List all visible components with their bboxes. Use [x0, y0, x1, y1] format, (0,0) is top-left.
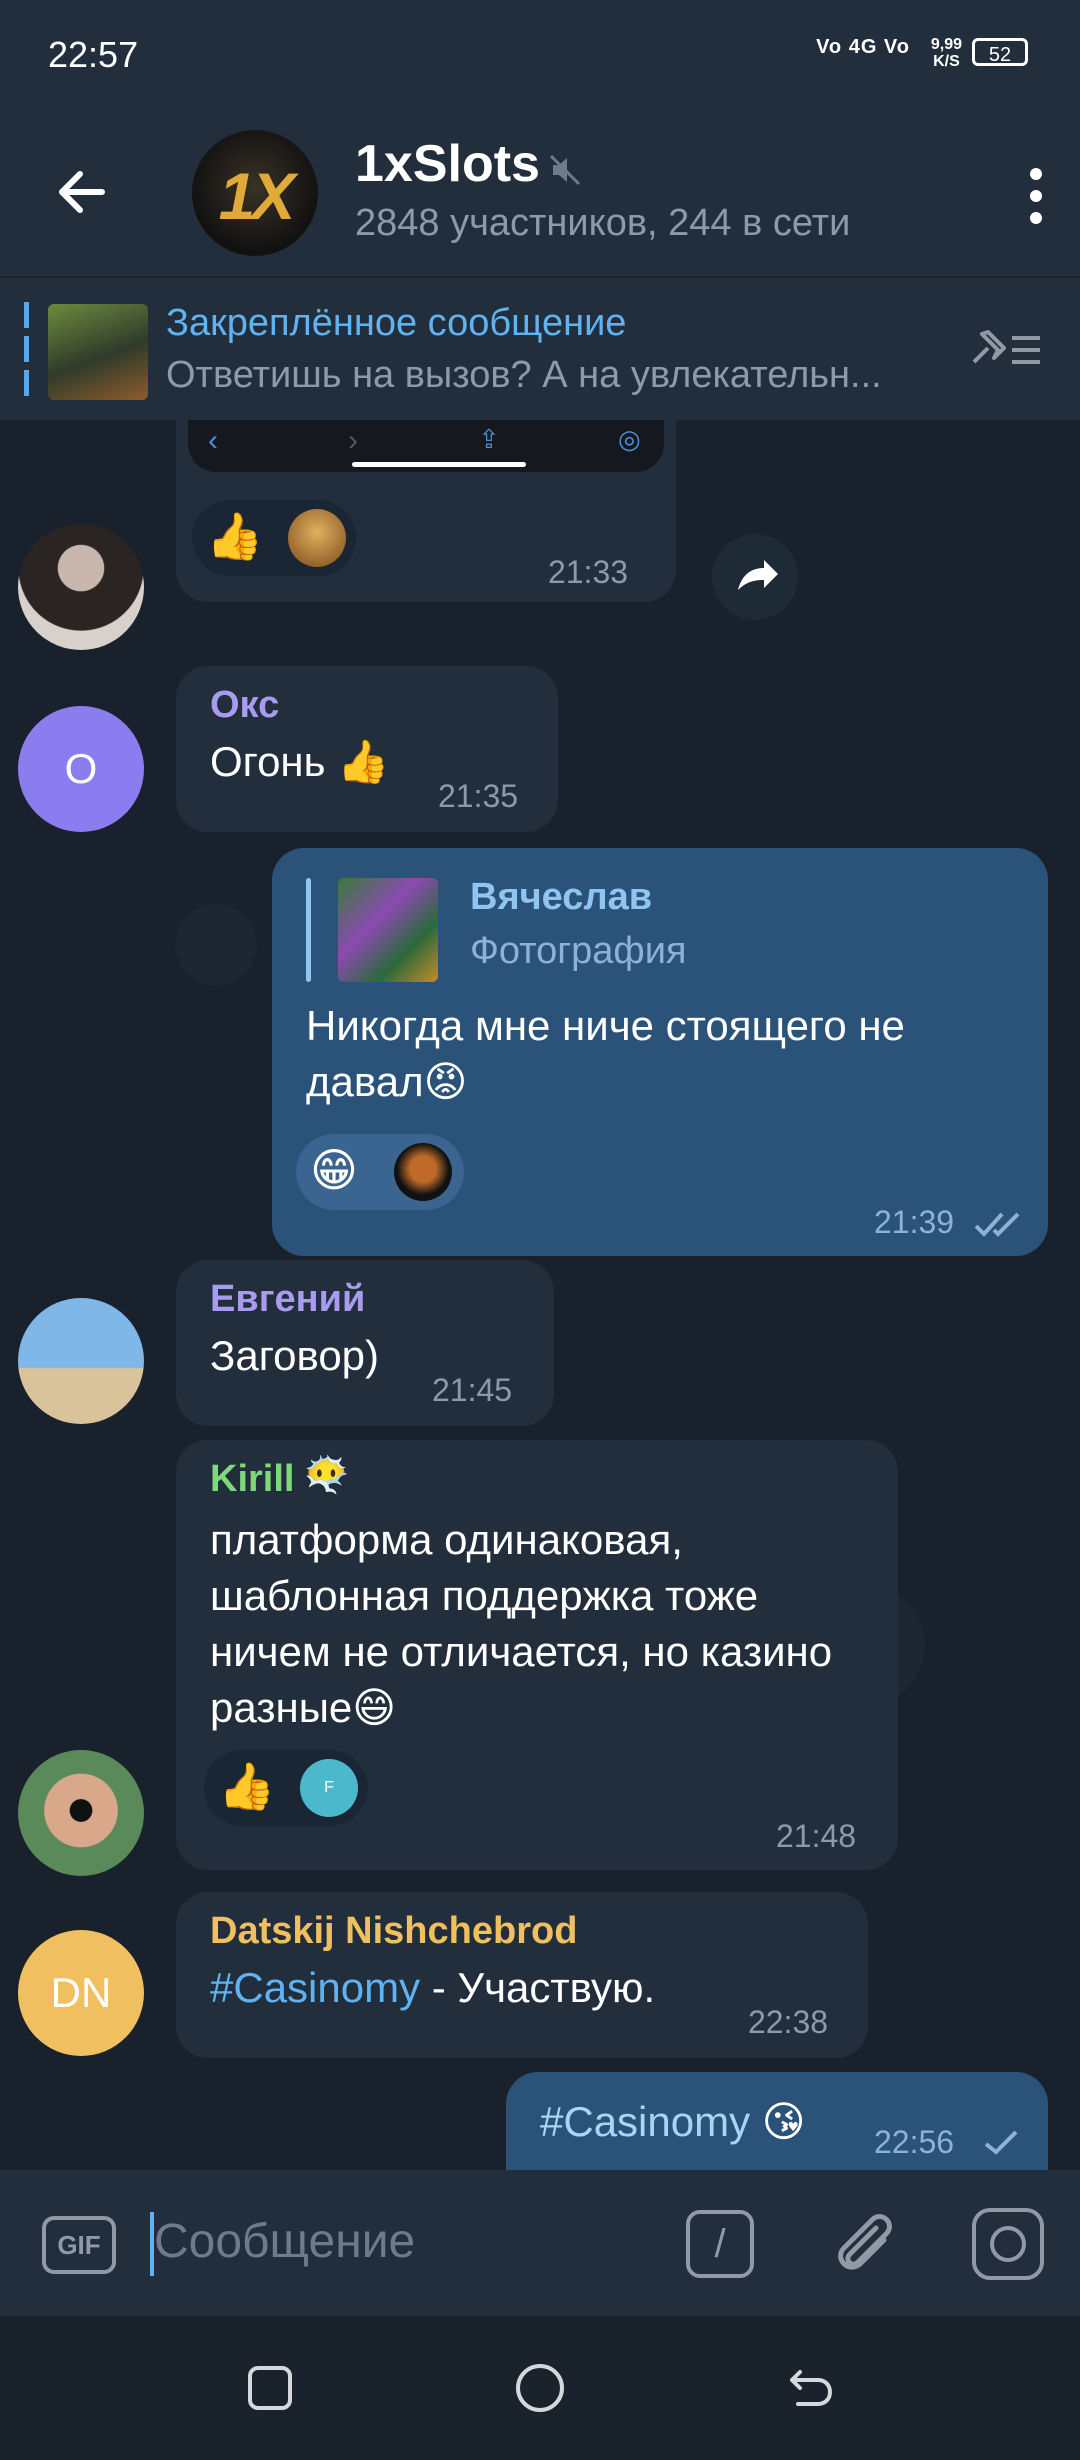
home-button[interactable]: [516, 2364, 564, 2412]
message-text: Огонь 👍: [210, 738, 390, 785]
chat-avatar[interactable]: 1X: [192, 130, 318, 256]
message-text: Никогда мне ниче стоящего не давал😡: [306, 1002, 905, 1105]
message-time: 21:45: [432, 1372, 513, 1408]
reactor-avatar: [394, 1143, 452, 1201]
embedded-screenshot: ‹ › ⇪ ◎: [188, 420, 664, 472]
message-text-rest: - Участвую.: [420, 1964, 656, 2011]
forward-button[interactable]: [712, 534, 798, 620]
muted-speaker-icon: [549, 154, 581, 186]
message-text: #Casinomy 😘: [540, 2094, 806, 2150]
pinned-indicator: [24, 302, 29, 398]
sender-status-emoji: 😶‍🌫️: [304, 1454, 349, 1495]
message-bubble[interactable]: Datskij Nishchebrod #Casinomy - Участвую…: [176, 1892, 868, 2058]
attach-paperclip-icon[interactable]: [826, 2206, 902, 2282]
more-vertical-icon[interactable]: [1026, 166, 1046, 226]
sender-name[interactable]: Евгений: [210, 1278, 365, 1321]
avatar-logo-text: 1X: [218, 159, 296, 233]
reply-bar: [306, 878, 311, 982]
bot-commands-button[interactable]: /: [686, 2210, 754, 2278]
reactor-avatar: F: [300, 1759, 358, 1817]
message-time: 21:48: [776, 1818, 857, 1854]
pinned-message-bar[interactable]: Закреплённое сообщение Ответишь на вызов…: [0, 276, 1080, 422]
reaction-pill[interactable]: 👍 F: [204, 1750, 368, 1826]
speed-unit: K/S: [933, 53, 960, 70]
camera-video-message-icon[interactable]: [972, 2208, 1044, 2280]
recent-apps-button[interactable]: [248, 2366, 292, 2410]
reply-text: Фотография: [470, 930, 687, 972]
message-list[interactable]: ‹ › ⇪ ◎ 👍 21:33 О Окс Огонь 👍 21:35 Вяче…: [0, 420, 1080, 2170]
gif-button[interactable]: GIF: [42, 2216, 116, 2274]
pinned-thumbnail: [48, 304, 148, 400]
reaction-emoji: 👍: [218, 1760, 276, 1812]
read-double-check-icon: [974, 1212, 1020, 1237]
message-text: Заговор): [210, 1332, 380, 1379]
chat-members-count: 2848 участников, 244 в сети: [355, 202, 851, 244]
reaction-emoji: 😁: [310, 1144, 358, 1196]
status-bar: 22:57 Vo 4G Vo 9,99 K/S 52: [0, 0, 1080, 110]
outgoing-message-bubble[interactable]: Вячеслав Фотография Никогда мне ниче сто…: [272, 848, 1048, 1256]
hashtag-link[interactable]: #Casinomy: [540, 2098, 750, 2145]
message-time: 21:39: [874, 1204, 955, 1240]
reaction-emoji: 👍: [206, 510, 264, 562]
chat-header: 1X 1xSlots 2848 участников, 244 в сети: [0, 110, 1080, 276]
user-avatar[interactable]: [18, 1298, 144, 1424]
reactor-avatar: [288, 509, 346, 567]
message-text: платформа одинаковая, шаблонная поддержк…: [210, 1516, 833, 1731]
hashtag-link[interactable]: #Casinomy: [210, 1964, 420, 2011]
back-arrow-icon[interactable]: [52, 162, 112, 222]
reply-thumbnail: [338, 878, 438, 982]
pinned-list-icon[interactable]: [968, 320, 1044, 376]
message-time: 22:56: [874, 2124, 955, 2160]
message-input[interactable]: Сообщение: [154, 2214, 415, 2269]
status-time: 22:57: [48, 34, 139, 75]
sender-name[interactable]: Datskij Nishchebrod: [210, 1910, 577, 1953]
user-avatar[interactable]: О: [18, 706, 144, 832]
pinned-title: Закреплённое сообщение: [166, 302, 627, 344]
user-avatar[interactable]: [18, 1750, 144, 1876]
sender-name[interactable]: Окс: [210, 684, 279, 727]
user-avatar[interactable]: [18, 524, 144, 650]
message-bubble[interactable]: ‹ › ⇪ ◎ 👍 21:33: [176, 420, 676, 602]
network-indicators: Vo 4G Vo: [816, 36, 910, 58]
sender-name[interactable]: Kirill: [210, 1458, 294, 1501]
message-bubble[interactable]: Kirill 😶‍🌫️ платформа одинаковая, шаблон…: [176, 1440, 898, 1870]
message-time: 22:38: [748, 2004, 829, 2040]
message-input-bar: GIF Сообщение /: [0, 2170, 1080, 2316]
reaction-pill[interactable]: 👍: [192, 500, 356, 576]
user-avatar[interactable]: DN: [18, 1930, 144, 2056]
system-back-icon[interactable]: [782, 2360, 838, 2416]
message-bubble[interactable]: Окс Огонь 👍 21:35: [176, 666, 558, 832]
share-arrow-icon: [738, 560, 778, 590]
sent-check-icon: [984, 2130, 1018, 2155]
outgoing-message-bubble[interactable]: #Casinomy 😘 22:56: [506, 2072, 1048, 2170]
speed-value: 9,99: [930, 36, 962, 53]
message-time: 21:33: [548, 554, 629, 590]
pinned-text: Ответишь на вызов? А на увлекательн...: [166, 354, 882, 396]
network-speed: 9,99 K/S: [931, 36, 962, 70]
reaction-pill[interactable]: 😁: [296, 1134, 464, 1210]
message-text: #Casinomy - Участвую.: [210, 1960, 655, 2016]
reply-sender: Вячеслав: [470, 876, 653, 918]
message-time: 21:35: [438, 778, 519, 814]
battery-icon: 52: [972, 38, 1028, 66]
message-bubble[interactable]: Евгений Заговор) 21:45: [176, 1260, 554, 1426]
message-text-rest: 😘: [750, 2098, 806, 2145]
chat-title[interactable]: 1xSlots: [355, 134, 540, 194]
system-nav-bar: [0, 2316, 1080, 2460]
